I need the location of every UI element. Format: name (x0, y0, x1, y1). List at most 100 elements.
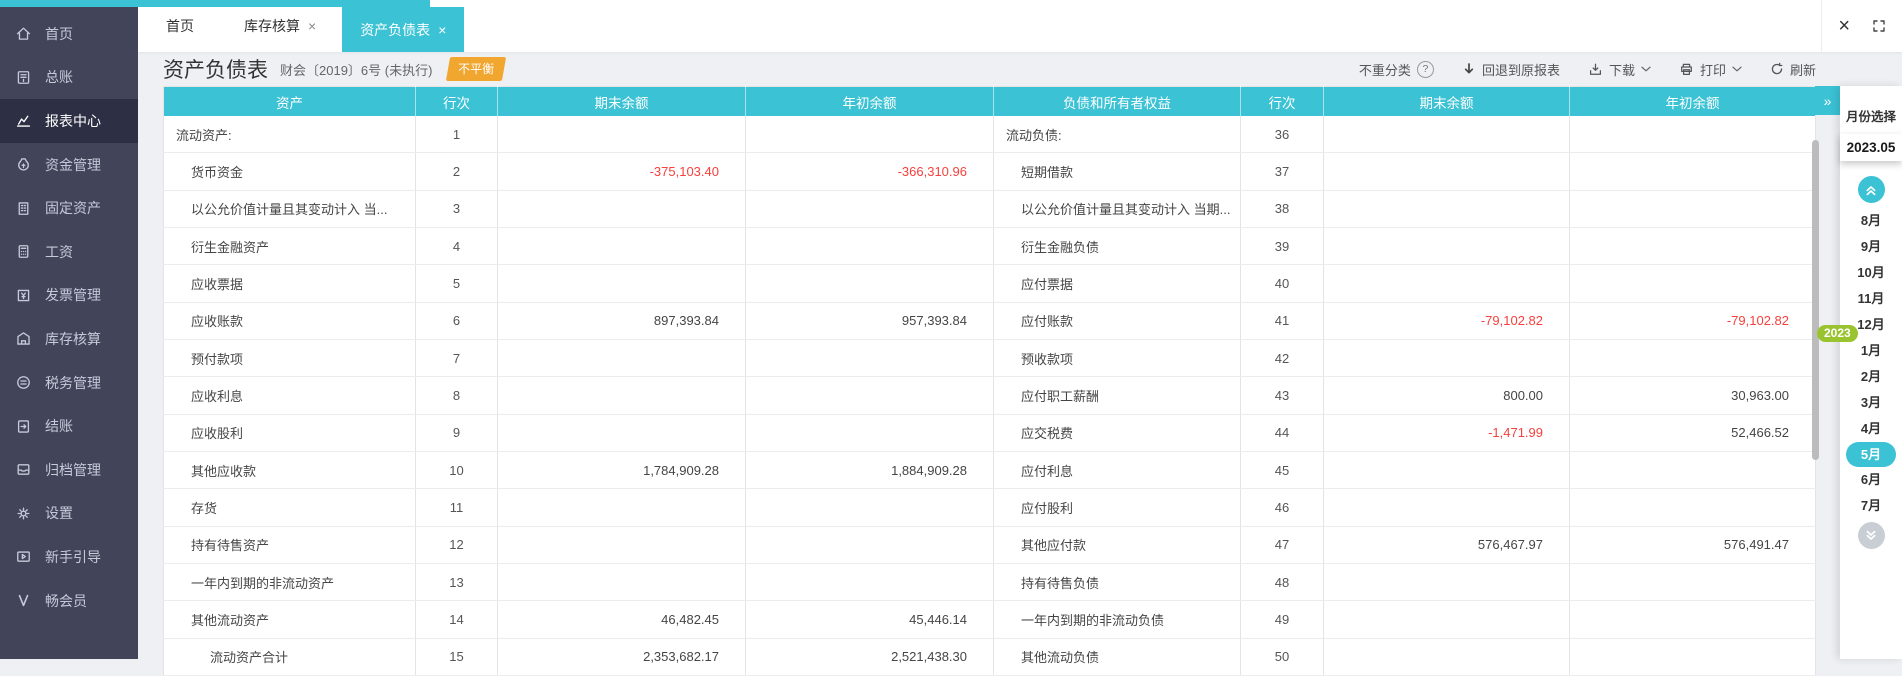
asset-beginning-balance-cell (745, 116, 994, 154)
tab-2[interactable]: 资产负债表 × (342, 7, 465, 52)
sidebar-item-label: 总账 (45, 69, 73, 86)
scroll-months-up-button[interactable] (1857, 176, 1885, 203)
liability-beginning-balance-cell (1569, 152, 1816, 191)
sidebar-item-ledger[interactable]: 总账 (0, 56, 138, 100)
liability-beginning-balance-cell (1569, 339, 1816, 378)
asset-line-number-cell: 14 (415, 600, 498, 639)
column-header-1: 行次 (415, 86, 498, 116)
sidebar-item-invoice[interactable]: 发票管理 (0, 274, 138, 318)
month-item-4[interactable]: 4月 (1846, 416, 1896, 442)
sidebar-item-calc[interactable]: 工资 (0, 230, 138, 274)
tab-0[interactable]: 首页 (156, 0, 204, 52)
asset-ending-balance-cell (497, 116, 746, 154)
scroll-months-down-button[interactable] (1857, 522, 1885, 549)
month-item-1[interactable]: 1月 (1846, 338, 1896, 364)
sidebar-item-label: 新手引导 (45, 548, 101, 565)
unbalanced-badge: 不平衡 (446, 57, 507, 81)
liability-name-cell: 应交税费 (993, 414, 1241, 453)
current-period[interactable]: 2023.05 (1840, 134, 1902, 161)
asset-ending-balance-cell (497, 376, 746, 415)
sidebar-item-building[interactable]: 固定资产 (0, 186, 138, 230)
page-header: 资产负债表 财会〔2019〕6号 (未执行) 不平衡 不重分类 ? 回退到原报表… (138, 52, 1902, 86)
asset-ending-balance-cell (497, 339, 746, 378)
play-icon (14, 548, 32, 566)
tab-1[interactable]: 库存核算 × (234, 0, 326, 52)
sidebar-item-label: 设置 (45, 505, 73, 522)
sidebar-item-home[interactable]: 首页 (0, 12, 138, 56)
month-item-11[interactable]: 11月 (1846, 286, 1896, 312)
asset-ending-balance-cell: 46,482.45 (497, 600, 746, 639)
liability-ending-balance-cell: -1,471.99 (1323, 414, 1570, 453)
asset-name-cell: 货币资金 (163, 152, 416, 191)
sidebar-item-play[interactable]: 新手引导 (0, 535, 138, 579)
print-button[interactable]: 打印 (1679, 60, 1742, 79)
calc-icon (14, 243, 32, 261)
tab-close-icon[interactable]: × (438, 23, 446, 37)
liability-line-number-cell: 42 (1240, 339, 1324, 378)
sidebar-item-archive[interactable]: 归档管理 (0, 448, 138, 492)
table-row: 应收利息 8 应付职工薪酬 43 800.00 30,963.00 (163, 376, 1816, 415)
month-item-6[interactable]: 6月 (1846, 467, 1896, 493)
liability-ending-balance-cell (1323, 600, 1570, 639)
liability-ending-balance-cell (1323, 339, 1570, 378)
liability-beginning-balance-cell: 30,963.00 (1569, 376, 1816, 415)
month-item-9[interactable]: 9月 (1846, 234, 1896, 260)
month-item-7[interactable]: 7月 (1846, 493, 1896, 519)
invoice-icon (14, 286, 32, 304)
sidebar-item-funds[interactable]: 资金管理 (0, 143, 138, 187)
liability-ending-balance-cell (1323, 152, 1570, 191)
balance-sheet-table: 资产 行次 期末余额 年初余额 负债和所有者权益 行次 期末余额 年初余额 流动资产: 1 流动负… (163, 86, 1816, 676)
table-row: 应收股利 9 应交税费 44 -1,471.99 52,466.52 (163, 414, 1816, 453)
collapse-panel-button[interactable]: » (1815, 86, 1840, 115)
asset-name-cell: 衍生金融资产 (163, 227, 416, 266)
vertical-scrollbar[interactable] (1812, 140, 1819, 460)
month-item-10[interactable]: 10月 (1846, 260, 1896, 286)
liability-line-number-cell: 38 (1240, 190, 1324, 229)
table-row: 货币资金 2 -375,103.40 -366,310.96 短期借款 37 (163, 152, 1816, 191)
asset-beginning-balance-cell (745, 526, 994, 565)
month-item-5[interactable]: 5月 (1846, 442, 1896, 467)
asset-beginning-balance-cell (745, 488, 994, 527)
liability-name-cell: 一年内到期的非流动负债 (993, 600, 1241, 639)
archive-icon (14, 461, 32, 479)
tax-icon (14, 374, 32, 392)
sidebar-item-report[interactable]: 报表中心 (0, 99, 138, 143)
month-item-2[interactable]: 2月 (1846, 364, 1896, 390)
tab-close-icon[interactable]: × (308, 19, 316, 33)
month-item-3[interactable]: 3月 (1846, 390, 1896, 416)
liability-name-cell: 应付利息 (993, 451, 1241, 490)
liability-beginning-balance-cell (1569, 227, 1816, 266)
asset-line-number-cell: 10 (415, 451, 498, 490)
column-header-7: 年初余额 (1569, 86, 1816, 116)
asset-line-number-cell: 4 (415, 227, 498, 266)
help-icon[interactable]: ? (1416, 60, 1434, 78)
fullscreen-icon[interactable] (1872, 19, 1886, 33)
column-header-3: 年初余额 (745, 86, 994, 116)
sidebar-item-vip[interactable]: 畅会员 (0, 579, 138, 623)
refresh-button[interactable]: 刷新 (1770, 60, 1816, 79)
asset-name-cell: 应收账款 (163, 302, 416, 341)
liability-line-number-cell: 44 (1240, 414, 1324, 453)
no-reclassify-control[interactable]: 不重分类 ? (1359, 60, 1434, 79)
month-item-8[interactable]: 8月 (1846, 208, 1896, 234)
close-icon[interactable]: × (1838, 16, 1850, 36)
asset-name-cell: 其他应收款 (163, 451, 416, 490)
ledger-icon (14, 68, 32, 86)
asset-beginning-balance-cell: 45,446.14 (745, 600, 994, 639)
liability-line-number-cell: 36 (1240, 116, 1324, 154)
revert-report-button[interactable]: 回退到原报表 (1462, 60, 1560, 79)
column-header-4: 负债和所有者权益 (993, 86, 1241, 116)
download-button[interactable]: 下载 (1588, 60, 1651, 79)
sidebar-item-tax[interactable]: 税务管理 (0, 361, 138, 405)
liability-beginning-balance-cell (1569, 563, 1816, 602)
column-header-6: 期末余额 (1323, 86, 1570, 116)
asset-ending-balance-cell: 897,393.84 (497, 302, 746, 341)
no-reclassify-label: 不重分类 (1358, 62, 1411, 78)
asset-line-number-cell: 8 (415, 376, 498, 415)
asset-line-number-cell: 12 (415, 526, 498, 565)
sidebar-item-book[interactable]: 结账 (0, 404, 138, 448)
sidebar-item-gear[interactable]: 设置 (0, 492, 138, 536)
column-header-5: 行次 (1240, 86, 1324, 116)
sidebar-item-warehouse[interactable]: 库存核算 (0, 317, 138, 361)
liability-ending-balance-cell: 800.00 (1323, 376, 1570, 415)
